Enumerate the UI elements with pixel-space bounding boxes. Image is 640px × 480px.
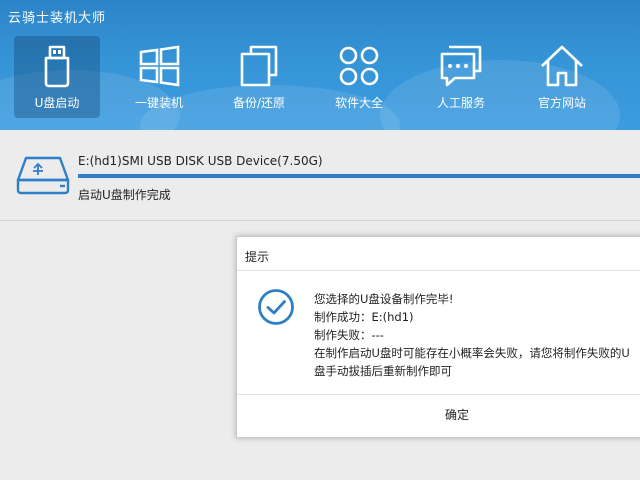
header-bar: 云骑士装机大师 U盘启动 一键装机 备份/还原 软件大全 人工服务 官方网站 — [0, 0, 640, 130]
main-nav: U盘启动 一键装机 备份/还原 软件大全 人工服务 官方网站 — [0, 36, 640, 124]
progress-bar-fill — [78, 174, 640, 178]
message-line: 盘手动拔插后重新制作即可 — [314, 364, 452, 378]
status-text: 启动U盘制作完成 — [78, 188, 171, 202]
message-line: 您选择的U盘设备制作完毕! — [314, 292, 454, 306]
chat-bubble-icon — [437, 42, 485, 90]
usb-writer-icon — [16, 156, 70, 196]
windows-icon — [135, 42, 183, 90]
nav-label: 一键装机 — [134, 96, 183, 110]
message-line: 制作成功：E:(hd1) — [314, 310, 414, 324]
message-line: 在制作启动U盘时可能存在小概率会失败，请您将制作失败的U — [314, 346, 630, 360]
backup-copy-icon — [235, 42, 283, 90]
nav-label: 官方网站 — [537, 96, 586, 110]
progress-bar — [78, 174, 640, 178]
nav-label: U盘启动 — [34, 96, 80, 110]
message-line: 制作失败：--- — [314, 328, 384, 342]
nav-item-manual-service[interactable]: 人工服务 — [418, 36, 504, 118]
device-name: E:(hd1)SMI USB DISK USB Device(7.50G) — [78, 154, 323, 168]
nav-label: 人工服务 — [436, 96, 485, 110]
apps-grid-icon — [335, 42, 383, 90]
dialog-title: 提示 — [245, 250, 270, 264]
nav-item-one-click-install[interactable]: 一键装机 — [116, 36, 202, 118]
nav-item-usb-boot[interactable]: U盘启动 — [14, 36, 100, 118]
success-check-icon — [257, 288, 295, 326]
usb-drive-icon — [33, 42, 81, 90]
ok-button[interactable]: 确定 — [237, 395, 640, 436]
device-row: E:(hd1)SMI USB DISK USB Device(7.50G) 启动… — [0, 130, 640, 221]
dialog-divider — [237, 270, 640, 271]
nav-item-software[interactable]: 软件大全 — [316, 36, 402, 118]
nav-label: 软件大全 — [334, 96, 383, 110]
nav-item-official-site[interactable]: 官方网站 — [519, 36, 605, 118]
home-icon — [538, 42, 586, 90]
app-title: 云骑士装机大师 — [8, 11, 107, 26]
dialog-message: 您选择的U盘设备制作完毕! 制作成功：E:(hd1) 制作失败：--- 在制作启… — [314, 290, 640, 380]
nav-label: 备份/还原 — [232, 96, 286, 110]
prompt-dialog: 提示 您选择的U盘设备制作完毕! 制作成功：E:(hd1) 制作失败：--- 在… — [236, 236, 640, 438]
nav-item-backup-restore[interactable]: 备份/还原 — [216, 36, 302, 118]
